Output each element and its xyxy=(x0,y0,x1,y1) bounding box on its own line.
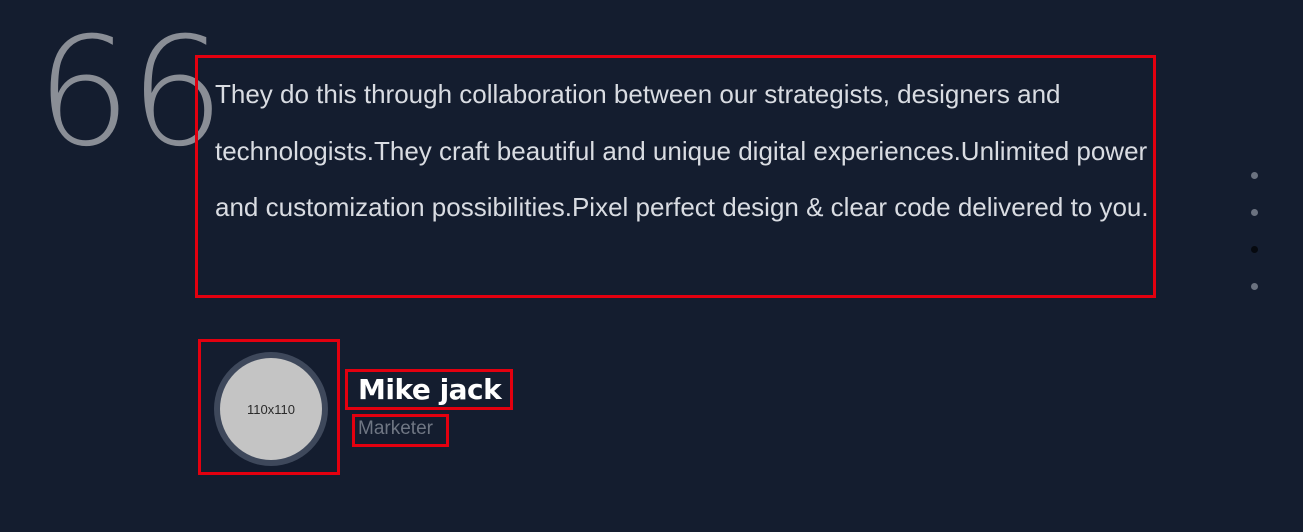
author-name: Mike jack xyxy=(358,373,502,406)
carousel-pagination xyxy=(1251,172,1258,320)
testimonial-text: They do this through collaboration betwe… xyxy=(215,79,1149,222)
avatar: 110x110 xyxy=(214,352,328,466)
author-role: Marketer xyxy=(358,418,433,439)
carousel-dot-3[interactable] xyxy=(1251,246,1258,253)
carousel-dot-2[interactable] xyxy=(1251,209,1258,216)
carousel-dot-4[interactable] xyxy=(1251,283,1258,290)
avatar-placeholder: 110x110 xyxy=(220,358,322,460)
carousel-dot-1[interactable] xyxy=(1251,172,1258,179)
